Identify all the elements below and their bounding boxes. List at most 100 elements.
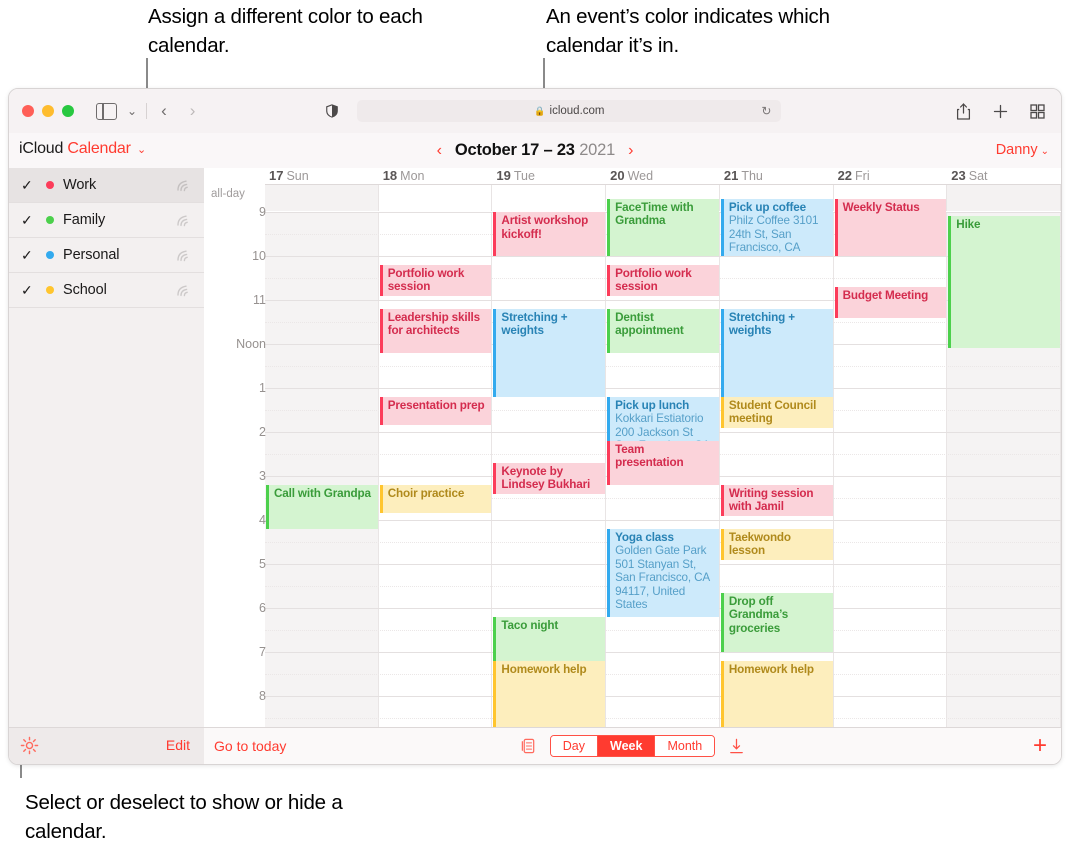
calendar-event[interactable]: Presentation prep <box>379 396 492 426</box>
calendar-list-item-work[interactable]: ✓ Work <box>9 168 204 203</box>
day-header-sat[interactable]: 23 Sat <box>947 168 1061 185</box>
forward-button[interactable]: › <box>190 101 196 121</box>
calendar-event[interactable]: Dentist appointment <box>607 308 719 353</box>
date-navigation: ‹ October 17 – 23 2021 › <box>9 133 1061 168</box>
day-header-wed[interactable]: 20 Wed <box>606 168 720 185</box>
all-day-cell-sun[interactable] <box>265 185 379 211</box>
maximize-window-button[interactable] <box>62 105 74 117</box>
hour-gridline <box>265 520 1061 521</box>
calendar-checkmark-icon[interactable]: ✓ <box>21 177 37 194</box>
calendar-event[interactable]: Choir practice <box>379 484 492 514</box>
edit-button[interactable]: Edit <box>166 737 190 753</box>
address-bar[interactable]: 🔒 icloud.com ↻ <box>357 100 782 122</box>
shared-calendar-icon[interactable] <box>175 247 192 262</box>
calendar-checkmark-icon[interactable]: ✓ <box>21 282 37 299</box>
day-number: 17 <box>269 168 284 183</box>
list-view-icon[interactable] <box>520 738 537 755</box>
calendar-event[interactable]: Artist workshop kickoff! <box>493 212 606 256</box>
day-number: 22 <box>837 168 853 183</box>
calendar-event[interactable]: Stretching + weights <box>493 308 606 397</box>
calendar-event[interactable]: Team presentation <box>607 440 719 485</box>
account-menu[interactable]: Danny ⌄ <box>996 142 1049 158</box>
calendar-event[interactable]: Taco night <box>493 616 606 661</box>
chevron-down-icon: ⌄ <box>1040 146 1049 157</box>
hour-label: 2 <box>259 425 266 439</box>
event-title: Hike <box>956 218 981 232</box>
event-title: Artist workshop kickoff! <box>501 214 589 241</box>
shared-calendar-icon[interactable] <box>175 282 192 297</box>
calendar-name-label: School <box>63 282 107 298</box>
day-header-tue[interactable]: 19 Tue <box>492 168 607 185</box>
calendar-event[interactable]: Homework help <box>493 660 606 734</box>
shared-calendar-icon[interactable] <box>175 212 192 227</box>
calendar-app-header: iCloud Calendar ⌄ ‹ October 17 – 23 2021… <box>9 133 1061 169</box>
day-header-fri[interactable]: 22 Fri <box>833 168 948 185</box>
back-button[interactable]: ‹ <box>161 101 167 121</box>
view-button-day[interactable]: Day <box>550 736 599 756</box>
privacy-shield-icon[interactable] <box>325 104 339 118</box>
calendar-list-item-personal[interactable]: ✓ Personal <box>9 238 204 273</box>
next-week-button[interactable]: › <box>628 142 633 160</box>
gear-icon[interactable] <box>20 736 39 755</box>
calendar-event[interactable]: Writing session with Jamil <box>720 484 833 516</box>
calendar-event[interactable]: Call with Grandpa <box>266 484 378 529</box>
hour-label: 11 <box>253 293 266 307</box>
shared-calendar-icon[interactable] <box>175 177 192 192</box>
calendar-event[interactable]: Weekly Status <box>834 198 947 256</box>
calendar-event[interactable]: Pick up coffee Philz Coffee 3101 24th St,… <box>720 198 833 256</box>
safari-window: ⌄ ‹ › 🔒 icloud.com ↻ iCloud Calendar ⌄ ‹… <box>8 88 1062 765</box>
view-segmented-control[interactable]: Day Week Month <box>549 735 716 757</box>
event-title: Weekly Status <box>842 200 920 214</box>
half-hour-gridline <box>265 366 1061 367</box>
day-header-mon[interactable]: 18 Mon <box>378 168 493 185</box>
calendar-list-item-family[interactable]: ✓ Family <box>9 203 204 238</box>
share-icon[interactable] <box>956 102 971 120</box>
calendar-event[interactable]: Portfolio work session <box>379 264 492 296</box>
day-name: Fri <box>855 169 870 183</box>
all-day-cell-sat[interactable] <box>947 185 1061 211</box>
calendar-list: ✓ Work ✓ Family ✓ Personal ✓ School <box>9 168 204 308</box>
calendar-event[interactable]: Keynote by Lindsey Bukhari <box>493 462 606 494</box>
calendar-event[interactable]: Yoga class Golden Gate Park 501 Stanyan S… <box>607 528 719 617</box>
view-button-week[interactable]: Week <box>598 736 656 756</box>
day-header-thu[interactable]: 21 Thu <box>719 168 834 185</box>
reload-icon[interactable]: ↻ <box>761 104 771 118</box>
calendar-event[interactable]: Pick up lunch Kokkari Estiatorio 200 Jack… <box>607 396 719 441</box>
url-text: icloud.com <box>549 105 605 117</box>
chevron-down-icon[interactable]: ⌄ <box>127 104 137 118</box>
calendar-list-item-school[interactable]: ✓ School <box>9 273 204 308</box>
day-name: Mon <box>400 169 425 183</box>
calendar-event[interactable]: FaceTime with Grandma <box>607 198 719 256</box>
calendar-event[interactable]: Taekwondo lesson <box>720 528 833 560</box>
all-day-cell-mon[interactable] <box>379 185 493 211</box>
sidebar-toggle-icon[interactable] <box>96 102 117 120</box>
hour-gridline <box>265 256 1061 257</box>
close-window-button[interactable] <box>22 105 34 117</box>
calendar-event[interactable]: Hike <box>948 216 1060 349</box>
page-title: October 17 – 23 2021 <box>455 141 615 160</box>
hour-label: 8 <box>259 689 266 703</box>
calendar-event[interactable]: Portfolio work session <box>607 264 719 296</box>
calendar-checkmark-icon[interactable]: ✓ <box>21 212 37 229</box>
half-hour-gridline <box>265 718 1061 719</box>
tab-overview-icon[interactable] <box>1030 103 1045 119</box>
week-grid[interactable]: 9 10 11 Noon 1 2 3 4 5 6 7 8 Artist workshop kickoff… <box>204 198 1061 741</box>
previous-week-button[interactable]: ‹ <box>437 142 442 160</box>
calendar-event[interactable]: Homework help <box>720 660 833 734</box>
calendar-event[interactable]: Drop off Grandma’s groceries <box>720 592 833 652</box>
download-icon[interactable] <box>728 738 745 755</box>
calendar-event[interactable]: Leadership skills for architects <box>379 308 492 353</box>
all-day-cell-tue[interactable] <box>492 185 607 211</box>
calendar-checkmark-icon[interactable]: ✓ <box>21 247 37 264</box>
view-button-month[interactable]: Month <box>655 736 715 756</box>
event-title: Team presentation <box>615 442 684 470</box>
hour-label: 10 <box>252 249 266 263</box>
minimize-window-button[interactable] <box>42 105 54 117</box>
calendar-event[interactable]: Budget Meeting <box>834 286 947 318</box>
day-header-sun[interactable]: 17 Sun <box>265 168 379 185</box>
add-event-button[interactable]: + <box>1033 734 1047 758</box>
calendar-name-label: Personal <box>63 247 120 263</box>
calendar-event[interactable]: Student Council meeting <box>720 396 833 428</box>
calendar-event[interactable]: Stretching + weights <box>720 308 833 397</box>
new-tab-icon[interactable] <box>993 104 1008 119</box>
